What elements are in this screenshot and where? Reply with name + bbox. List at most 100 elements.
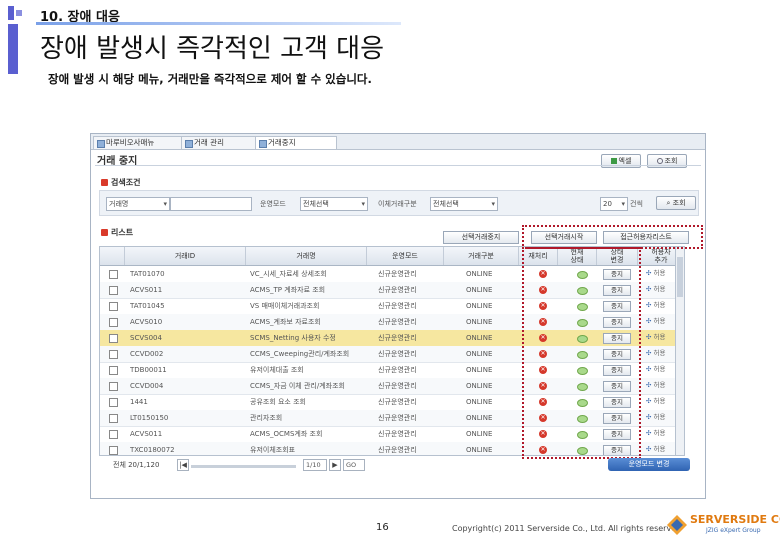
add-icon: ✣ [646,269,652,277]
row-checkbox[interactable] [109,302,118,311]
add-icon: ✣ [646,349,652,357]
page-slider[interactable] [191,465,296,468]
cell-mode: 신규운영관리 [378,382,417,390]
row-checkbox[interactable] [109,414,118,423]
tab-transaction-stop[interactable]: 거래중지 [255,136,337,149]
cell-type: ONLINE [466,446,493,454]
cell-type: ONLINE [466,286,493,294]
logo-tagline: JZIG eXpert Group [706,527,761,534]
page-number: 16 [376,522,389,533]
header-divider [95,165,701,166]
cell-mode: 신규운영관리 [378,334,417,342]
cell-name: SCMS_Netting 사용자 수정 [250,334,336,342]
search-type-select[interactable]: 거래명 [106,197,170,211]
cell-name: ACMS_OCMS계좌 조회 [250,430,323,438]
cell-type: ONLINE [466,382,493,390]
search-input[interactable] [170,197,252,211]
cell-name: 유저이체대출 조회 [250,366,304,374]
cell-mode: 신규운영관리 [378,318,417,326]
cell-name: CCMS_Cweeping관리/계좌조회 [250,350,350,358]
next-page-button[interactable]: ▶ [329,459,341,471]
row-checkbox[interactable] [109,430,118,439]
cell-name: ACMS_계좌보 자료조회 [250,318,321,326]
cell-mode: 신규운영관리 [378,414,417,422]
pager-total: 전체 20/1,120 [113,461,160,469]
highlight-status-columns [522,247,641,459]
list-section-label: 리스트 [111,228,134,237]
cell-mode: 신규운영관리 [378,446,417,454]
cell-type: ONLINE [466,414,493,422]
cell-type: ONLINE [466,302,493,310]
page-size-select[interactable]: 20 [600,197,628,211]
col-id: 거래ID [125,247,246,265]
slide-title: 장애 발생시 즉각적인 고객 대응 [40,34,385,64]
add-icon: ✣ [646,301,652,309]
cell-name: CCMS_자금 이체 관리/계좌조회 [250,382,345,390]
change-mode-button[interactable]: 운영모드 변경 [608,458,690,471]
add-icon: ✣ [646,285,652,293]
add-icon: ✣ [646,413,652,421]
cell-id: TAT01045 [130,302,165,310]
cell-id: SCVS004 [130,334,162,342]
cell-type: ONLINE [466,318,493,326]
add-icon: ✣ [646,397,652,405]
cell-id: 1441 [130,398,148,406]
cell-name: ACMS_TP 계좌자료 조회 [250,286,326,294]
cell-mode: 신규운영관리 [378,302,417,310]
cell-id: CCVD004 [130,382,164,390]
cell-name: VS 매매이체거래과조회 [250,302,320,310]
refresh-icon [656,158,663,164]
cell-id: LT0150150 [130,414,169,422]
company-logo: SERVERSIDE CO. JZIG eXpert Group [666,512,780,538]
row-checkbox[interactable] [109,398,118,407]
scroll-thumb[interactable] [677,257,683,297]
excel-icon [610,158,617,164]
decor-bar-side [8,24,18,74]
row-checkbox[interactable] [109,382,118,391]
go-button[interactable]: GO [343,459,365,471]
cell-type: ONLINE [466,350,493,358]
cell-mode: 신규운영관리 [378,286,417,294]
cell-mode: 신규운영관리 [378,398,417,406]
add-icon: ✣ [646,365,652,373]
cell-id: TXC0180072 [130,446,175,454]
section-icon [101,229,108,236]
add-icon: ✣ [646,429,652,437]
header-rule [36,22,401,25]
transfer-type-select[interactable]: 전체선택 [430,197,498,211]
search-button[interactable]: ⌕ 조회 [656,196,696,210]
page-input[interactable]: 1/10 [303,459,327,471]
add-icon: ✣ [646,445,652,453]
first-page-button[interactable]: |◀ [177,459,189,471]
row-checkbox[interactable] [109,334,118,343]
logo-mark-icon [667,515,687,535]
cell-type: ONLINE [466,334,493,342]
tab-menu[interactable]: 마루비오사매뉴 [93,136,189,149]
add-icon: ✣ [646,333,652,341]
decor-bar-top [8,6,14,20]
cell-mode: 신규운영관리 [378,350,417,358]
mode-label: 운영모드 [260,200,286,208]
cell-id: ACVS011 [130,286,163,294]
table-scrollbar[interactable] [675,246,685,456]
row-checkbox[interactable] [109,366,118,375]
cell-id: ACVS011 [130,430,163,438]
row-checkbox[interactable] [109,286,118,295]
col-type: 거래구분 [444,247,519,265]
stop-selected-button[interactable]: 선택거래중지 [443,231,519,244]
row-checkbox[interactable] [109,270,118,279]
search-filter-bar: 거래명 운영모드 전체선택 이체거래구분 전체선택 20 건씩 ⌕ 조회 [99,190,699,216]
row-checkbox[interactable] [109,350,118,359]
cell-mode: 신규운영관리 [378,366,417,374]
cell-name: 공유조회 요소 조회 [250,398,306,406]
row-checkbox[interactable] [109,318,118,327]
tab-transaction-manage[interactable]: 거래 관리 [181,136,263,149]
col-check[interactable] [100,247,125,265]
mode-select[interactable]: 전체선택 [300,197,368,211]
col-mode: 운영모드 [367,247,444,265]
cell-type: ONLINE [466,430,493,438]
search-section-label: 검색조건 [111,178,141,187]
copyright-text: Copyright(c) 2011 Serverside Co., Ltd. A… [452,524,682,533]
row-checkbox[interactable] [109,446,118,455]
transfer-type-label: 이체거래구분 [378,200,417,208]
